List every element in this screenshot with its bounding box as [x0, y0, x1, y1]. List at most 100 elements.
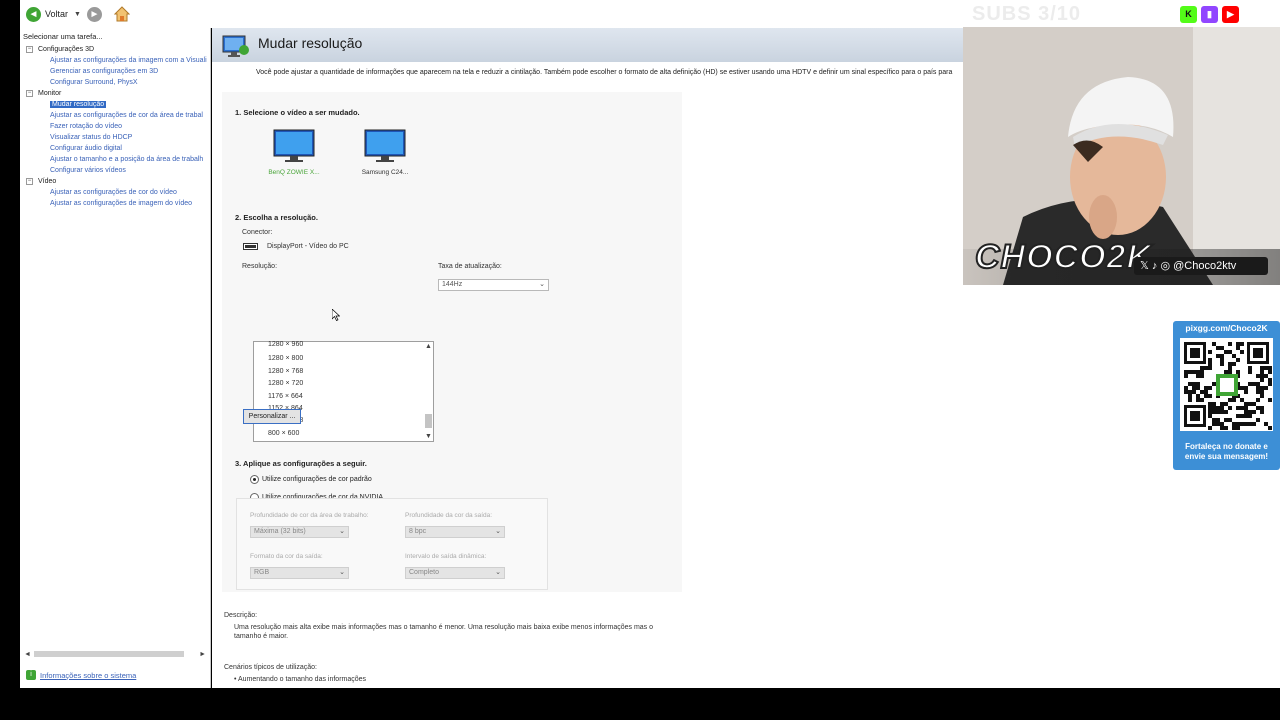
list-scrollbar[interactable]: ▲ ▼	[423, 342, 433, 441]
tree-category[interactable]: − Monitor	[26, 88, 211, 99]
back-arrow-icon: ◄	[26, 6, 41, 22]
tree-category[interactable]: − Vídeo	[26, 176, 211, 187]
radio-checked-icon	[250, 475, 259, 484]
resolution-list[interactable]: ▲ ▼ 1280 × 960 1280 × 800 1280 × 768 1280 ×…	[253, 341, 434, 442]
tree-item[interactable]: Configurar áudio digital	[26, 143, 211, 154]
subs-goal: SUBS 3/10	[972, 3, 1082, 25]
refresh-rate-value: 144Hz	[442, 281, 463, 288]
tree-item-label: Ajustar as configurações de cor da área …	[50, 112, 203, 119]
back-history-dropdown-icon[interactable]: ▼	[74, 11, 81, 18]
step3-title: 3. Aplique as configurações a seguir.	[235, 459, 367, 468]
output-format-select[interactable]: RGB ⌄	[250, 567, 349, 579]
displayport-icon	[243, 243, 258, 250]
task-panel: Selecionar uma tarefa... − Configurações …	[20, 28, 211, 688]
step1-title: 1. Selecione o vídeo a ser mudado.	[235, 108, 360, 117]
monitor-icon	[364, 129, 406, 162]
home-icon[interactable]	[113, 6, 130, 22]
task-tree: − Configurações 3D Ajustar as configuraçõe…	[26, 44, 211, 209]
monitor-icon	[273, 129, 315, 162]
collapse-icon[interactable]: −	[26, 178, 33, 185]
intro-text: Você pode ajustar a quantidade de inform…	[256, 69, 953, 76]
resolution-option[interactable]: 1280 × 960	[268, 341, 303, 348]
system-info-link[interactable]: i Informações sobre o sistema	[26, 670, 136, 680]
resolution-option[interactable]: 1280 × 720	[268, 380, 303, 387]
output-depth-select[interactable]: 8 bpc ⌄	[405, 526, 505, 538]
mouse-cursor-icon	[332, 309, 340, 321]
social-handle: 𝕏 ♪ ◎ @Choco2ktv	[1134, 257, 1268, 275]
tree-item-label: Ajustar as configurações da imagem com a…	[50, 57, 207, 64]
output-format-value: RGB	[254, 569, 270, 576]
tree-item[interactable]: Gerenciar as configurações em 3D	[26, 66, 211, 77]
typical-usage-title: Cenários típicos de utilização:	[224, 664, 317, 671]
refresh-rate-select[interactable]: 144Hz ⌄	[438, 279, 549, 291]
radio-default-color[interactable]: Utilize configurações de cor padrão	[250, 475, 372, 484]
tree-item[interactable]: Fazer rotação do vídeo	[26, 121, 211, 132]
tree-category[interactable]: − Configurações 3D	[26, 44, 211, 55]
desktop-depth-label: Profundidade de cor da área de trabalho:	[250, 512, 369, 519]
description-title: Descrição:	[224, 612, 258, 619]
step2-title: 2. Escolha a resolução.	[235, 213, 318, 222]
connector-value: DisplayPort - Vídeo do PC	[267, 243, 349, 250]
display-samsung[interactable]: Samsung C24...	[353, 129, 417, 176]
display-label: Samsung C24...	[361, 169, 409, 176]
chevron-down-icon: ⌄	[539, 281, 545, 288]
twitch-icon: ▮	[1201, 5, 1218, 23]
list-scroll-thumb[interactable]	[425, 414, 432, 428]
scroll-down-icon[interactable]: ▼	[425, 433, 432, 440]
scroll-right-icon[interactable]: ►	[199, 651, 206, 658]
page-title: Mudar resolução	[258, 35, 363, 51]
qr-code-icon	[1180, 338, 1273, 431]
horizontal-scrollbar[interactable]: ◄ ►	[24, 650, 206, 658]
output-range-label: Intervalo de saída dinâmica:	[405, 553, 487, 560]
output-range-value: Completo	[409, 569, 439, 576]
display-settings-icon	[222, 35, 249, 57]
scroll-left-icon[interactable]: ◄	[24, 651, 31, 658]
output-depth-value: 8 bpc	[409, 528, 427, 535]
display-benq[interactable]: BenQ ZOWIE X...	[262, 129, 326, 176]
chevron-down-icon: ⌄	[495, 528, 501, 535]
tree-item-label: Configurar áudio digital	[50, 145, 122, 152]
resolution-option[interactable]: 800 × 600	[268, 430, 299, 437]
donation-message: Fortaleça no donate e envie sua mensagem…	[1184, 442, 1269, 461]
kick-icon: K	[1180, 5, 1197, 23]
tree-item-label: Ajustar as configurações de imagem do ví…	[50, 200, 193, 207]
tree-item-label: Gerenciar as configurações em 3D	[50, 68, 159, 75]
tree-item-label: Ajustar o tamanho e a posição da área de…	[50, 156, 204, 163]
tree-item[interactable]: Ajustar as configurações da imagem com a…	[26, 55, 211, 66]
tree-item-label: Monitor	[38, 90, 62, 97]
desktop-depth-select[interactable]: Máxima (32 bits) ⌄	[250, 526, 349, 538]
tree-item-label: Visualizar status do HDCP	[50, 134, 133, 141]
resolution-option[interactable]: 1280 × 768	[268, 368, 303, 375]
back-label: Voltar	[45, 9, 69, 19]
resolution-option[interactable]: 1176 × 664	[268, 393, 303, 400]
viewer-count: 78	[1266, 4, 1280, 23]
connector-label: Conector:	[242, 229, 273, 236]
toolbar: ◄ Voltar ▼ ►	[20, 0, 1280, 28]
tree-item[interactable]: Ajustar as configurações de imagem do ví…	[26, 198, 211, 209]
settings-area: 1. Selecione o vídeo a ser mudado. BenQ …	[222, 92, 682, 592]
forward-button[interactable]: ►	[86, 6, 102, 22]
back-button[interactable]: ◄ Voltar	[26, 6, 69, 22]
channel-logo: CHOCO2K	[974, 237, 1153, 277]
output-range-select[interactable]: Completo ⌄	[405, 567, 505, 579]
display-label: BenQ ZOWIE X...	[268, 169, 320, 176]
tree-item[interactable]: Ajustar as configurações de cor da área …	[26, 110, 211, 121]
tree-item-label: Configurar vários vídeos	[50, 167, 126, 174]
system-info-label: Informações sobre o sistema	[40, 670, 137, 680]
tree-item[interactable]: Visualizar status do HDCP	[26, 132, 211, 143]
collapse-icon[interactable]: −	[26, 46, 33, 53]
collapse-icon[interactable]: −	[26, 90, 33, 97]
tree-item[interactable]: Configurar vários vídeos	[26, 165, 211, 176]
tree-item-label: Vídeo	[38, 178, 57, 185]
scroll-thumb[interactable]	[34, 651, 184, 657]
customize-button[interactable]: Personalizar ...	[243, 409, 301, 424]
tree-item-label: Configurações 3D	[38, 46, 95, 53]
resolution-option[interactable]: 1280 × 800	[268, 355, 303, 362]
tree-item[interactable]: Ajustar as configurações de cor do vídeo	[26, 187, 211, 198]
task-header: Selecionar uma tarefa...	[23, 32, 103, 41]
scroll-up-icon[interactable]: ▲	[425, 343, 432, 350]
tree-item[interactable]: Ajustar o tamanho e a posição da área de…	[26, 154, 211, 165]
tree-item[interactable]: Configurar Surround, PhysX	[26, 77, 211, 88]
tree-item[interactable]: Mudar resolução	[26, 99, 211, 110]
description-text: Uma resolução mais alta exibe mais infor…	[234, 624, 654, 640]
